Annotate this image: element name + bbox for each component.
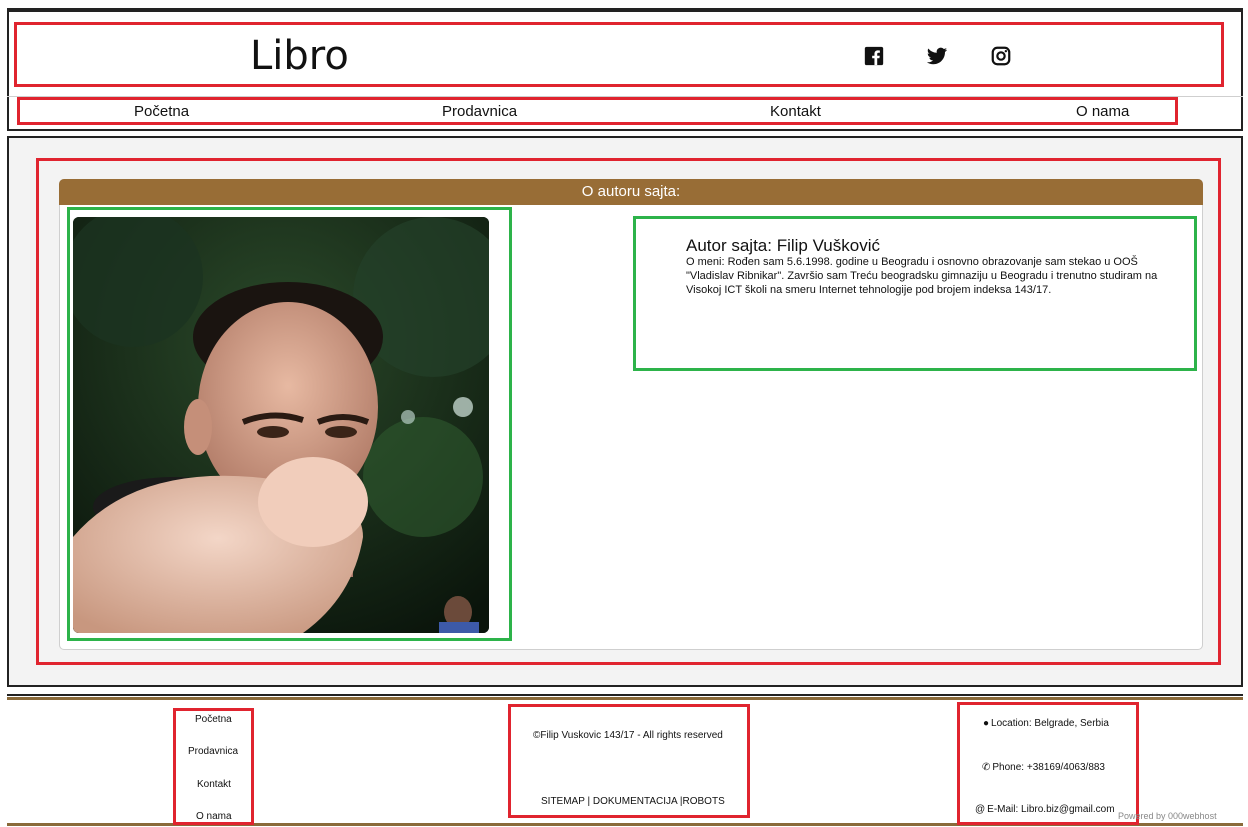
at-sign-icon: @ [975,804,986,815]
footer-nav-o-nama[interactable]: O nama [196,811,232,822]
footer-email[interactable]: @ E-Mail: Libro.biz@gmail.com [975,804,1115,815]
site-logo[interactable]: Libro [250,34,349,78]
facebook-icon[interactable] [862,44,886,68]
location-marker-icon: ● [983,718,990,729]
author-photo [73,217,489,633]
nav-item-o-nama[interactable]: O nama [1076,103,1129,121]
footer-top-border [7,694,1243,696]
author-bio: O meni: Rođen sam 5.6.1998. godine u Beo… [686,256,1158,296]
nav-item-kontakt[interactable]: Kontakt [770,103,821,121]
nav-item-pocetna[interactable]: Početna [134,103,189,121]
twitter-icon[interactable] [925,44,949,68]
phone-icon: ✆ [982,762,991,773]
nav-item-prodavnica[interactable]: Prodavnica [442,103,517,121]
instagram-icon[interactable] [989,44,1013,68]
footer-links[interactable]: SITEMAP | DOKUMENTACIJA |ROBOTS [541,796,725,807]
card-title: O autoru sajta: [59,179,1203,205]
footer-phone: ✆ Phone: +38169/4063/883 [982,762,1105,773]
footer-nav-kontakt[interactable]: Kontakt [197,779,231,790]
footer-copyright: ©Filip Vuskovic 143/17 - All rights rese… [533,730,723,741]
footer-nav-pocetna[interactable]: Početna [195,714,232,725]
author-title: Autor sajta: Filip Vušković [686,236,880,255]
nav-annotation-box [17,97,1178,125]
footer-location: ● Location: Belgrade, Serbia [983,718,1109,729]
footer-nav-annotation-box [173,708,254,825]
footer-nav-prodavnica[interactable]: Prodavnica [188,746,238,757]
powered-by-badge[interactable]: Powered by 000webhost [1118,811,1217,821]
footer-accent-line [7,697,1243,700]
brand-annotation-box [14,22,1224,87]
